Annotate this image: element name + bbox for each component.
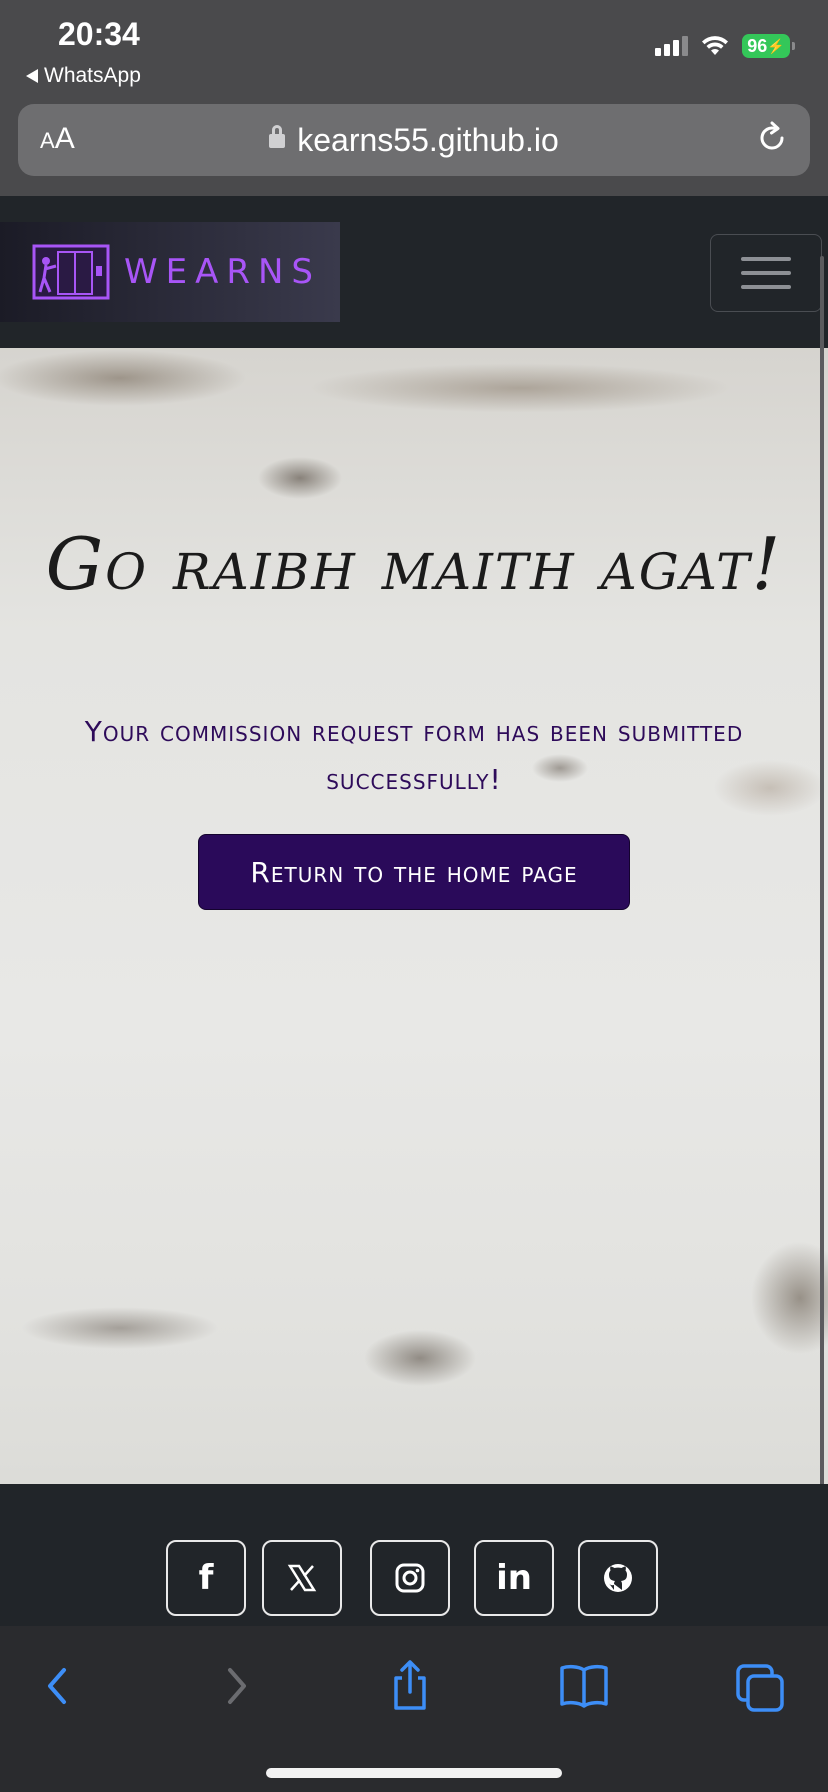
status-indicators: 96 ⚡ xyxy=(655,34,795,58)
tabs-icon[interactable] xyxy=(730,1656,790,1716)
status-time: 20:34 xyxy=(58,16,140,52)
forward-arrow-icon[interactable] xyxy=(206,1656,266,1716)
share-icon[interactable] xyxy=(380,1656,440,1716)
battery-icon: 96 ⚡ xyxy=(742,34,795,58)
lock-icon xyxy=(269,124,286,148)
cellular-signal-icon xyxy=(655,36,688,56)
bookmarks-icon[interactable] xyxy=(554,1656,614,1716)
browser-toolbar xyxy=(0,1626,828,1792)
home-indicator xyxy=(266,1768,562,1778)
back-triangle-icon xyxy=(26,69,38,83)
hamburger-icon xyxy=(741,257,791,261)
hero-section: Go raibh maith agat! Your commission req… xyxy=(0,348,828,1484)
instagram-link[interactable] xyxy=(370,1540,450,1616)
back-arrow-icon[interactable] xyxy=(28,1656,88,1716)
scrollbar[interactable] xyxy=(820,256,824,1506)
url-field[interactable]: kearns55.github.io xyxy=(18,122,810,159)
instagram-icon xyxy=(395,1563,425,1593)
github-icon xyxy=(604,1564,632,1592)
brand-link[interactable]: WEARNS xyxy=(0,222,340,322)
facebook-link[interactable]: f xyxy=(166,1540,246,1616)
back-app-label: WhatsApp xyxy=(44,64,141,87)
return-home-button[interactable]: Return to the home page xyxy=(198,834,630,910)
github-link[interactable] xyxy=(578,1540,658,1616)
reload-icon[interactable] xyxy=(754,120,790,156)
x-icon xyxy=(287,1564,317,1592)
success-message: Your commission request form has been su… xyxy=(84,715,744,796)
wifi-icon xyxy=(702,36,728,55)
site-navbar: WEARNS xyxy=(0,196,828,348)
page-title: Go raibh maith agat! xyxy=(45,522,783,606)
address-bar[interactable]: AA kearns55.github.io xyxy=(18,104,810,176)
battery-level: 96 xyxy=(747,35,768,56)
facebook-icon: f xyxy=(198,1558,214,1598)
navbar-toggle-button[interactable] xyxy=(710,234,822,312)
linkedin-icon: in xyxy=(496,1558,532,1598)
x-twitter-link[interactable] xyxy=(262,1540,342,1616)
url-text: kearns55.github.io xyxy=(297,122,559,158)
brand-name: WEARNS xyxy=(124,252,321,292)
browser-address-area: AA kearns55.github.io xyxy=(0,98,828,196)
elevator-logo-icon xyxy=(32,244,110,300)
linkedin-link[interactable]: in xyxy=(474,1540,554,1616)
back-to-app-link[interactable]: WhatsApp xyxy=(26,64,141,88)
site-footer: f in xyxy=(0,1484,828,1626)
status-bar: 20:34 WhatsApp 96 ⚡ xyxy=(0,0,828,98)
